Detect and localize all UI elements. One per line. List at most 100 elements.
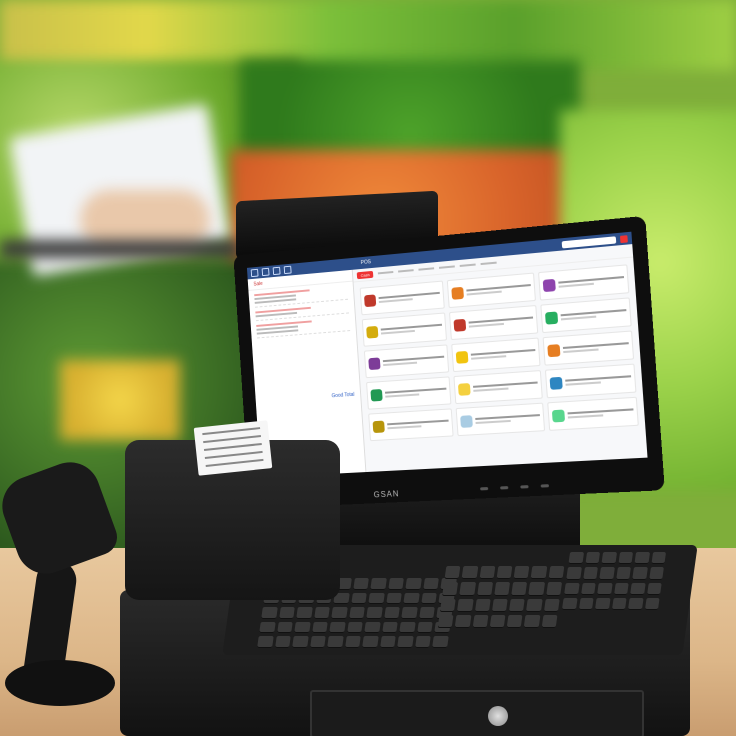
keyboard-key[interactable] [276,621,293,634]
keyboard-key[interactable] [528,582,545,596]
keyboard-key[interactable] [397,636,414,648]
keyboard-key[interactable] [384,607,401,619]
keyboard-key[interactable] [568,552,584,565]
keyboard-key[interactable] [511,582,528,596]
product-tile[interactable] [544,363,637,399]
keyboard-key[interactable] [613,582,629,595]
cash-drawer-front[interactable] [310,690,644,736]
keyboard-key[interactable] [442,582,459,596]
keyboard-key[interactable] [489,614,506,628]
keyboard-key[interactable] [634,552,650,565]
keyboard-key[interactable] [601,552,617,565]
keyboard-key[interactable] [309,636,326,648]
keyboard-key[interactable] [292,636,309,648]
product-tile[interactable] [363,344,450,379]
category-tab[interactable] [378,270,394,275]
keyboard-key[interactable] [561,597,578,610]
keyboard-key[interactable] [296,607,313,619]
product-tile[interactable] [539,297,632,334]
keyboard-key[interactable] [386,592,403,605]
product-tile[interactable] [366,376,452,410]
keyboard-key[interactable] [479,566,496,580]
keyboard-key[interactable] [368,592,385,605]
keyboard-key[interactable] [366,607,383,619]
keyboard-key[interactable] [432,636,449,648]
keyboard-key[interactable] [530,566,548,580]
keyboard-key[interactable] [548,566,565,580]
keyboard-key[interactable] [578,597,594,610]
keyboard-key[interactable] [461,566,478,580]
keyboard-key[interactable] [381,621,399,634]
keyboard-key[interactable] [543,598,560,612]
drawer-lock-icon[interactable] [488,706,508,726]
keyboard-key[interactable] [353,578,370,590]
keyboard-key[interactable] [630,582,646,595]
keyboard-key[interactable] [472,614,489,628]
product-tile[interactable] [537,264,630,301]
keyboard-key[interactable] [257,636,274,648]
menu-icon[interactable] [261,267,270,277]
keyboard-key[interactable] [545,582,563,596]
keyboard-key[interactable] [644,597,660,610]
keyboard-key[interactable] [439,598,457,612]
cash-tab[interactable]: Cash [356,270,374,279]
product-tile[interactable] [368,408,454,442]
keyboard-key[interactable] [459,582,476,596]
keyboard-key[interactable] [388,578,405,590]
keyboard-key[interactable] [584,552,601,565]
keyboard-key[interactable] [580,582,596,595]
keyboard-key[interactable] [496,566,513,580]
keyboard-key[interactable] [582,567,598,580]
category-tab[interactable] [460,263,477,267]
keyboard-key[interactable] [454,614,472,628]
keyboard-key[interactable] [632,567,648,580]
keyboard-right-block[interactable] [561,552,667,610]
keyboard-key[interactable] [494,582,511,596]
keyboard-key[interactable] [259,621,276,634]
keyboard-key[interactable] [417,621,434,634]
keyboard-key[interactable] [594,597,611,610]
keyboard-key[interactable] [274,636,291,648]
keyboard-key[interactable] [350,592,368,605]
keyboard-key[interactable] [414,636,432,648]
keyboard-key[interactable] [617,552,634,565]
keyboard-key[interactable] [423,578,440,590]
user-icon[interactable] [283,265,292,275]
keyboard-key[interactable] [362,636,379,648]
keyboard-key[interactable] [399,621,416,634]
keyboard-key[interactable] [476,582,493,596]
keyboard-key[interactable] [506,614,523,628]
keyboard-key[interactable] [597,582,613,595]
order-line[interactable] [256,317,351,339]
keyboard-key[interactable] [627,597,644,610]
search-button[interactable] [619,234,628,243]
keyboard-key[interactable] [615,567,631,580]
category-tab[interactable] [418,267,435,271]
keyboard-key[interactable] [261,607,278,619]
keyboard-key[interactable] [526,598,543,612]
keyboard-key[interactable] [313,607,330,619]
keyboard-key[interactable] [419,607,436,619]
product-tile[interactable] [453,370,543,405]
keyboard-key[interactable] [564,582,580,595]
keyboard-key[interactable] [509,598,526,612]
category-tab[interactable] [480,261,498,266]
keyboard-key[interactable] [379,636,397,648]
keyboard-key[interactable] [311,621,328,634]
keyboard-key[interactable] [344,636,361,648]
product-tile[interactable] [451,337,541,373]
keyboard-key[interactable] [541,614,558,628]
settings-icon[interactable] [272,266,281,276]
keyboard-key[interactable] [611,597,627,610]
keyboard-key[interactable] [566,567,582,580]
home-icon[interactable] [250,268,259,278]
keyboard-key[interactable] [405,578,422,590]
monitor-buttons[interactable] [480,484,550,491]
product-tile[interactable] [546,396,639,431]
keyboard-key[interactable] [370,578,387,590]
keyboard-key[interactable] [364,621,381,634]
keyboard-key[interactable] [444,566,461,580]
keyboard-key[interactable] [513,566,530,580]
keyboard-key[interactable] [327,636,344,648]
category-tab[interactable] [439,265,456,269]
